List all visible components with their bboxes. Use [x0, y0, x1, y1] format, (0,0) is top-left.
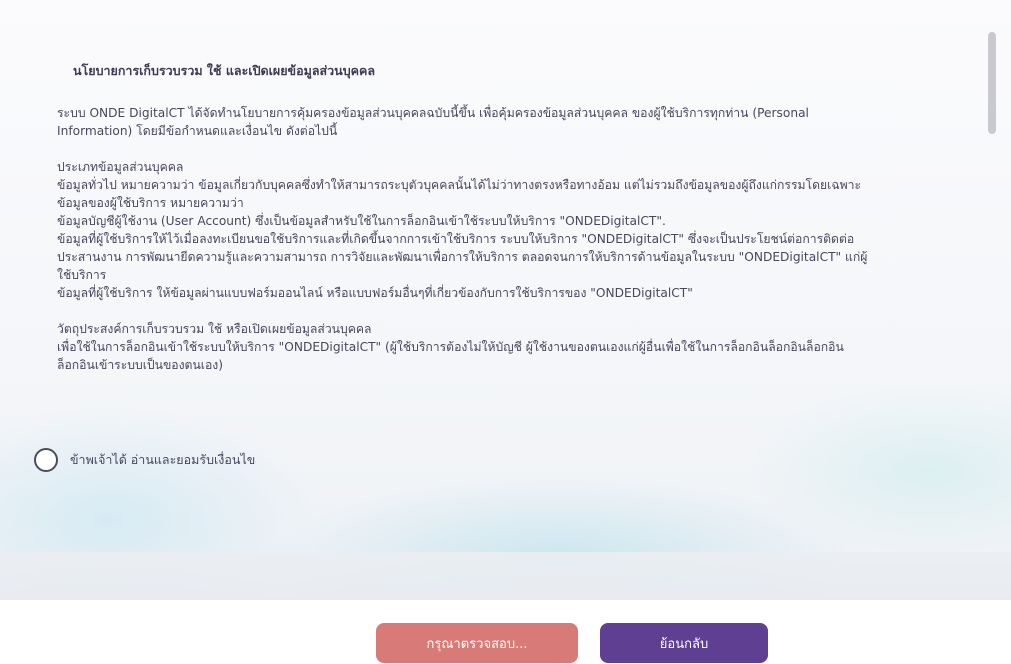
consent-label[interactable]: ข้าพเจ้าได้ อ่านและยอมรับเงื่อนไข	[70, 450, 255, 470]
consent-radio[interactable]	[34, 448, 58, 472]
policy-scroll-area[interactable]: นโยบายการเก็บรวบรวม ใช้ และเปิดเผยข้อมูล…	[10, 18, 1002, 426]
consent-row[interactable]: ข้าพเจ้าได้ อ่านและยอมรับเงื่อนไข	[34, 448, 255, 472]
section-heading-purpose: วัตถุประสงค์การเก็บรวบรวม ใช้ หรือเปิดเผ…	[57, 322, 372, 336]
section-heading-data-types: ประเภทข้อมูลส่วนบุคคล	[57, 160, 184, 174]
policy-title: นโยบายการเก็บรวบรวม ใช้ และเปิดเผยข้อมูล…	[73, 63, 376, 78]
policy-intro: ระบบ ONDE DigitalCT ได้จัดทำนโยบายการคุ้…	[57, 106, 809, 138]
section-body-purpose: เพื่อใช้ในการล็อกอินเข้าใช้ระบบให้บริการ…	[57, 340, 844, 372]
policy-content: นโยบายการเก็บรวบรวม ใช้ และเปิดเผยข้อมูล…	[57, 62, 992, 374]
scrollbar-thumb[interactable]	[988, 32, 996, 134]
background-band	[0, 552, 1011, 600]
back-button[interactable]: ย้อนกลับ	[600, 623, 768, 663]
check-button[interactable]: กรุณาตรวจสอบ...	[376, 623, 578, 663]
section-body-data-types: ข้อมูลทั่วไป หมายความว่า ข้อมูลเกี่ยวกับ…	[57, 178, 868, 300]
